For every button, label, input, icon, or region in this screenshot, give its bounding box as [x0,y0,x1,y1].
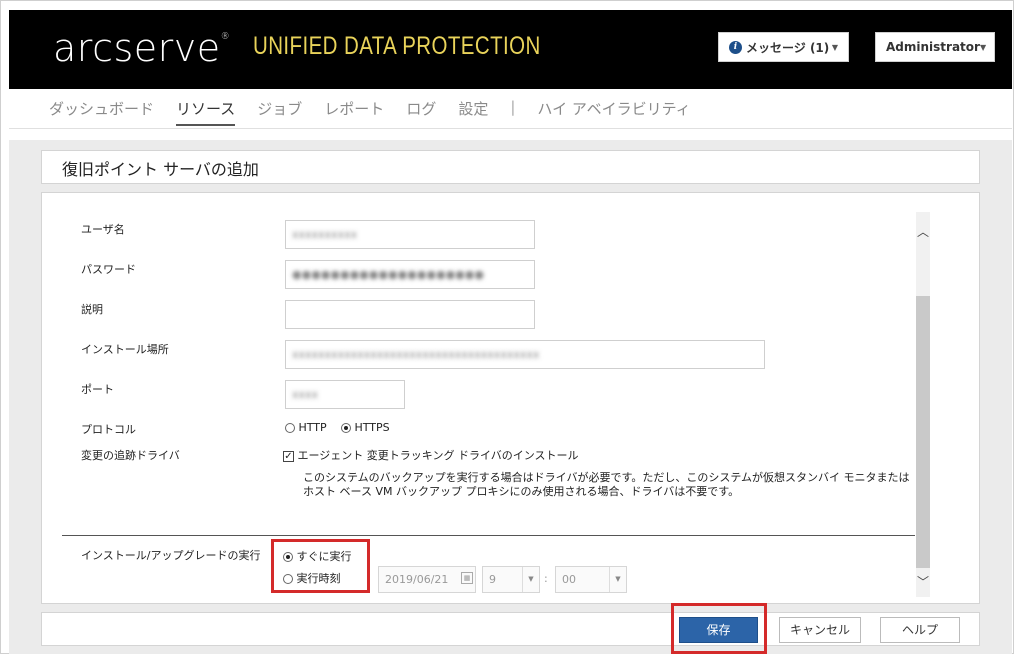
run-scheduled-radio[interactable] [283,574,293,584]
messages-label: メッセージ (1) [746,40,830,55]
tab-jobs[interactable]: ジョブ [257,98,302,126]
hour-value: 9 [489,573,496,586]
scroll-up-icon[interactable]: ︿ [916,222,930,242]
title-panel: 復旧ポイント サーバの追加 [41,150,980,184]
cancel-button[interactable]: キャンセル [779,617,861,643]
tab-high-availability[interactable]: ハイ アベイラビリティ [537,98,690,126]
date-input[interactable]: 2019/06/21 ▦ [378,566,476,593]
tab-resources[interactable]: リソース [176,98,236,126]
protocol-label: プロトコル [81,423,136,436]
protocol-https-label: HTTPS [354,421,390,434]
username-label: ユーザ名 [81,223,125,236]
run-label: インストール/アップグレードの実行 [81,549,261,562]
driver-description: このシステムのバックアップを実行する場合はドライバが必要です。ただし、このシステ… [303,471,910,498]
page-title: 復旧ポイント サーバの追加 [62,160,259,179]
form-panel [41,192,980,604]
driver-checkbox-label: エージェント 変更トラッキング ドライバのインストール [297,449,579,462]
calendar-icon[interactable]: ▦ [461,572,473,584]
chevron-down-icon: ▼ [979,42,987,52]
port-label: ポート [81,383,114,396]
help-button[interactable]: ヘルプ [880,617,960,643]
protocol-https-radio[interactable] [341,423,351,433]
username-value: xxxxxxxxxx [292,228,358,241]
info-icon: i [729,40,742,54]
run-scheduled-label: 実行時刻 [296,572,341,585]
main-nav: ダッシュボード リソース ジョブ レポート ログ 設定 | ハイ アベイラビリテ… [49,98,713,126]
tab-dashboard[interactable]: ダッシュボード [49,98,154,126]
save-button[interactable]: 保存 [679,617,758,643]
form-scrollbar[interactable]: ︿ ﹀ [916,212,930,597]
run-now-radio[interactable] [283,552,293,562]
scrollbar-thumb[interactable] [916,296,930,568]
protocol-http-label: HTTP [298,421,327,434]
arcserve-logo: arcserve® [53,26,231,70]
port-input[interactable]: xxxx [285,380,405,409]
chevron-down-icon: ▼ [522,567,539,592]
time-separator: : [544,572,548,585]
install-path-value: xxxxxxxxxxxxxxxxxxxxxxxxxxxxxxxxxxxxxx [292,348,540,361]
hour-select[interactable]: 9 ▼ [482,566,540,593]
product-name: UNIFIED DATA PROTECTION [253,32,541,60]
protocol-https-option[interactable]: HTTPS [341,421,390,434]
password-value: ●●●●●●●●●●●●●●●●●●●● [292,268,484,281]
password-input[interactable]: ●●●●●●●●●●●●●●●●●●●● [285,260,535,289]
port-value: xxxx [292,388,319,401]
password-label: パスワード [81,263,136,276]
run-scheduled-option[interactable]: 実行時刻 [283,570,341,586]
description-input[interactable] [285,300,535,329]
tab-settings[interactable]: 設定 [458,98,488,126]
driver-checkbox[interactable]: ✓ [283,450,294,462]
driver-option[interactable]: ✓ エージェント 変更トラッキング ドライバのインストール [283,447,579,463]
tab-reports[interactable]: レポート [324,98,384,126]
chevron-down-icon: ▼ [831,42,838,52]
protocol-http-option[interactable]: HTTP [285,421,327,434]
nav-separator: | [510,98,516,116]
app-header: arcserve® UNIFIED DATA PROTECTION i メッセー… [9,10,1012,89]
chevron-down-icon: ▼ [609,567,626,592]
driver-label: 変更の追跡ドライバ [81,449,180,462]
admin-label: Administrator [886,40,980,54]
minute-select[interactable]: 00 ▼ [555,566,627,593]
install-path-input[interactable]: xxxxxxxxxxxxxxxxxxxxxxxxxxxxxxxxxxxxxx [285,340,765,369]
minute-value: 00 [562,573,576,586]
scroll-down-icon[interactable]: ﹀ [916,572,930,592]
install-path-label: インストール場所 [81,343,169,356]
date-value: 2019/06/21 [385,573,449,586]
nav-divider [9,128,1012,129]
tab-logs[interactable]: ログ [406,98,436,126]
protocol-http-radio[interactable] [285,423,295,433]
messages-button[interactable]: i メッセージ (1) ▼ [718,32,849,62]
run-now-option[interactable]: すぐに実行 [283,548,352,564]
description-label: 説明 [81,303,103,316]
run-now-label: すぐに実行 [296,550,352,563]
admin-menu-button[interactable]: Administrator ▼ [875,32,995,62]
username-input[interactable]: xxxxxxxxxx [285,220,535,249]
section-divider [62,535,915,536]
